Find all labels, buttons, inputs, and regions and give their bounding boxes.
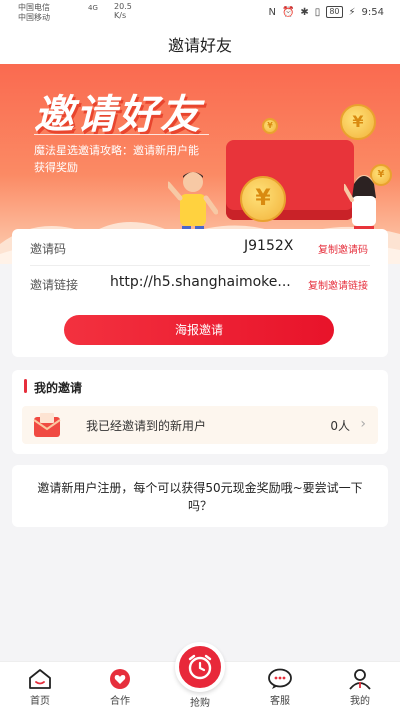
banner-divider	[34, 134, 209, 135]
nfc-icon: N	[268, 6, 276, 18]
invite-code-value: J9152X	[244, 238, 294, 254]
divider	[30, 265, 370, 266]
reward-description: 邀请新用户注册，每个可以获得50元现金奖励哦~要尝试一下吗？	[37, 481, 363, 513]
tab-mine[interactable]: 我的	[330, 668, 390, 707]
battery-level: 80	[326, 6, 343, 18]
alarm-clock-icon	[188, 654, 212, 680]
heart-icon	[110, 669, 130, 689]
network-speed: 20.5 K/s	[114, 2, 132, 20]
invite-info-card: 邀请码 J9152X 复制邀请码 邀请链接 http://h5.shanghai…	[12, 229, 388, 357]
tab-home-label: 首页	[30, 696, 50, 707]
copy-invite-code-button[interactable]: 复制邀请码	[318, 241, 368, 256]
copy-invite-link-button[interactable]: 复制邀请链接	[308, 277, 368, 292]
page-title: 邀请好友	[0, 28, 400, 64]
banner-headline: 邀请好友	[34, 92, 202, 138]
envelope-icon	[33, 413, 61, 437]
invited-users-count: 0人	[330, 419, 350, 433]
vibrate-icon: ▯	[314, 6, 321, 18]
network-type: 4G	[88, 4, 98, 12]
tab-flash-sale-label: 抢购	[190, 698, 210, 709]
tab-customer-service[interactable]: 客服	[250, 668, 310, 707]
my-invites-card: 我的邀请 我已经邀请到的新用户 0人 ›	[12, 370, 388, 454]
home-icon	[29, 669, 51, 689]
coin-icon: ¥	[340, 104, 376, 140]
invite-code-label: 邀请码	[30, 242, 67, 256]
invite-link-value: http://h5.shanghaimoke...	[110, 274, 291, 290]
carrier-2: 中国移动	[18, 13, 50, 22]
invited-users-row[interactable]: 我已经邀请到的新用户 0人 ›	[22, 406, 378, 444]
reward-info-card: 邀请新用户注册，每个可以获得50元现金奖励哦~要尝试一下吗？	[12, 465, 388, 527]
carrier-info: 中国电信 中国移动	[18, 3, 50, 23]
status-icons: N ⏰ ✱ ▯ 80 ⚡ 9:54	[268, 6, 384, 18]
tab-mine-label: 我的	[350, 696, 370, 707]
flash-sale-button[interactable]	[175, 642, 225, 692]
my-invites-title: 我的邀请	[34, 381, 83, 395]
chat-icon	[268, 668, 292, 689]
alarm-icon: ⏰	[281, 6, 295, 18]
bottom-tab-bar: 首页 合作 抢购 客服 我的	[0, 642, 400, 711]
chevron-right-icon: ›	[360, 416, 366, 432]
coin-icon: ¥	[240, 176, 286, 222]
charging-icon: ⚡	[348, 6, 356, 18]
coin-icon: ¥	[262, 118, 278, 134]
status-bar: 中国电信 中国移动 4G 20.5 K/s N ⏰ ✱ ▯ 80 ⚡ 9:54	[0, 0, 400, 28]
clock-time: 9:54	[361, 6, 384, 18]
user-icon	[349, 669, 371, 690]
tab-home[interactable]: 首页	[10, 668, 70, 707]
speed-unit: K/s	[114, 11, 127, 20]
section-accent-bar	[24, 379, 27, 393]
invited-users-label: 我已经邀请到的新用户	[86, 419, 207, 433]
bluetooth-icon: ✱	[300, 6, 309, 18]
poster-invite-button[interactable]: 海报邀请	[64, 315, 334, 345]
invite-link-label: 邀请链接	[30, 278, 79, 292]
tab-cooperation-label: 合作	[110, 696, 130, 707]
tab-cooperation[interactable]: 合作	[90, 668, 150, 707]
carrier-1: 中国电信	[18, 3, 50, 12]
tab-customer-service-label: 客服	[270, 696, 290, 707]
speed-value: 20.5	[114, 2, 132, 11]
